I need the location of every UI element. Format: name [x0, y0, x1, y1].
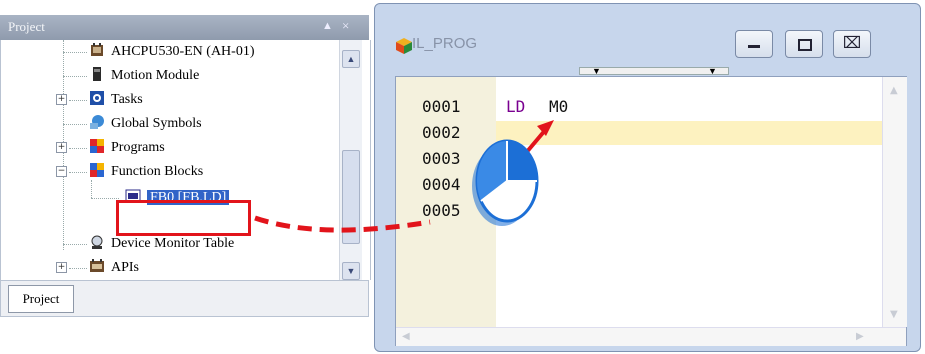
expand-toggle-programs[interactable]: +: [56, 142, 67, 153]
project-title-bar: Project ▲ ×: [0, 15, 369, 40]
tree-item-label: AHCPU530-EN (AH-01): [111, 44, 255, 59]
cpu-icon: [91, 43, 103, 56]
instruction-keyword: LD: [506, 97, 526, 116]
tree-item-programs[interactable]: Programs: [89, 138, 165, 158]
symbols-icon: [90, 115, 104, 129]
tree-item-device-monitor[interactable]: Device Monitor Table: [89, 234, 234, 254]
line-number: 0002: [422, 123, 461, 142]
tree-item-function-blocks[interactable]: Function Blocks: [89, 162, 203, 182]
tasks-icon: [90, 91, 104, 105]
project-tab-strip: Project: [0, 280, 369, 317]
minimize-button[interactable]: [735, 30, 773, 58]
tree-item-tasks[interactable]: Tasks: [89, 90, 143, 110]
split-handle[interactable]: ▼ ▼: [579, 66, 729, 76]
tree-item-label: Global Symbols: [111, 116, 202, 131]
scroll-down-icon[interactable]: ▼: [890, 309, 898, 320]
line-number: 0004: [422, 175, 461, 194]
module-icon: [93, 67, 101, 81]
tree-item-label: APIs: [111, 260, 140, 275]
project-tree: + + − + AHCPU530-EN (AH-01) Motion Modul…: [0, 40, 371, 280]
tree-item-apis[interactable]: APIs: [89, 258, 139, 278]
function-blocks-icon: [90, 163, 104, 177]
tree-item-label: Device Monitor Table: [111, 236, 235, 251]
scroll-thumb[interactable]: [342, 150, 360, 244]
monitor-icon: [91, 235, 103, 249]
pin-icon[interactable]: ▲: [322, 20, 333, 32]
tree-item-label: Function Blocks: [111, 164, 204, 179]
scroll-left-icon[interactable]: ◀: [402, 331, 410, 342]
line-number: 0003: [422, 149, 461, 168]
project-panel: Project ▲ × + + − + AHCPU530-EN (AH-01) …: [0, 15, 371, 317]
tree-item-label: Tasks: [111, 92, 143, 107]
chevron-down-icon: ▼: [592, 66, 601, 76]
code-editor[interactable]: 0001 0002 0003 0004 0005 LD M0 ▲ ▼ ◀ ▶: [395, 76, 907, 346]
line-number: 0001: [422, 97, 461, 116]
scroll-up-icon[interactable]: ▲: [342, 50, 360, 68]
tree-item-motion-module[interactable]: Motion Module: [89, 66, 199, 86]
tree-item-label: Motion Module: [111, 68, 200, 83]
highlight-box: [116, 200, 251, 236]
expand-toggle-apis[interactable]: +: [56, 262, 67, 273]
editor-vertical-scrollbar[interactable]: ▲ ▼: [882, 77, 907, 327]
tree-item-label: Programs: [111, 140, 165, 155]
editor-horizontal-scrollbar[interactable]: ◀ ▶: [396, 327, 906, 346]
app-icon: [396, 38, 412, 54]
maximize-icon: [798, 39, 812, 51]
expand-toggle-tasks[interactable]: +: [56, 94, 67, 105]
scroll-up-icon[interactable]: ▲: [890, 85, 898, 96]
close-icon: ⌧: [842, 33, 862, 52]
window-title: IL_PROG: [412, 35, 478, 52]
apis-icon: [90, 259, 104, 272]
maximize-button[interactable]: [785, 30, 823, 58]
scroll-right-icon[interactable]: ▶: [856, 331, 864, 342]
project-panel-title: Project: [8, 19, 45, 34]
tree-item-cpu[interactable]: AHCPU530-EN (AH-01): [89, 42, 255, 62]
il-prog-window: IL_PROG ⌧ ▼ ▼ 0001 0002 0003 0004 0005 L…: [374, 3, 921, 352]
collapse-toggle-function-blocks[interactable]: −: [56, 166, 67, 177]
scroll-down-icon[interactable]: ▼: [342, 262, 360, 280]
tree-item-global-symbols[interactable]: Global Symbols: [89, 114, 202, 134]
programs-icon: [90, 139, 104, 153]
chevron-down-icon: ▼: [708, 66, 717, 76]
line-number: 0005: [422, 201, 461, 220]
close-button[interactable]: ⌧: [833, 30, 871, 58]
minimize-icon: [748, 45, 760, 48]
close-icon[interactable]: ×: [342, 18, 349, 34]
tab-project[interactable]: Project: [8, 285, 74, 313]
current-line-highlight: [496, 121, 882, 145]
instruction-operand: M0: [549, 97, 569, 116]
